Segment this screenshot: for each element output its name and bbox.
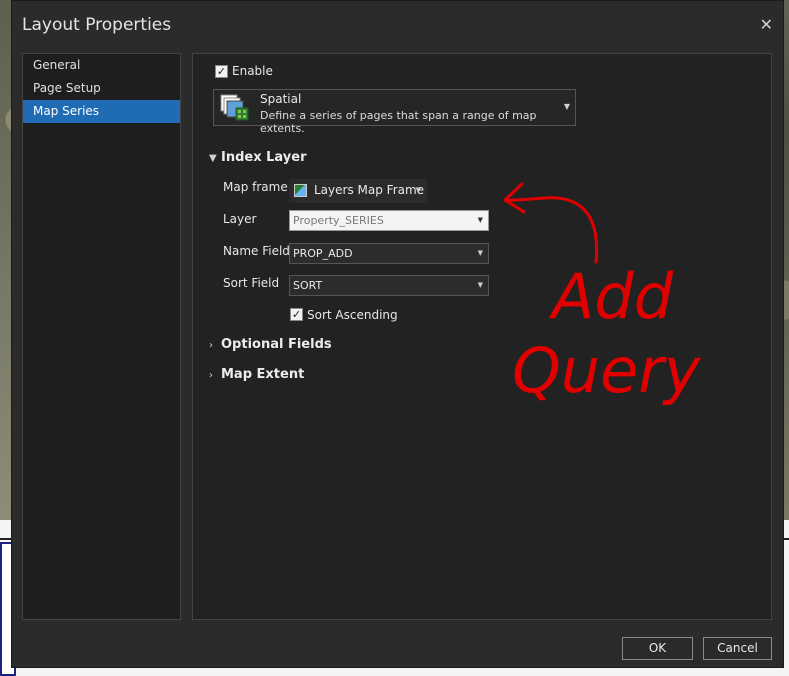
chevron-right-icon: › (209, 340, 213, 351)
layout-properties-dialog: Layout Properties ✕ General Page Setup M… (11, 0, 784, 668)
sidebar-item-page-setup[interactable]: Page Setup (23, 77, 180, 100)
series-type-name: Spatial (260, 92, 302, 106)
optional-fields-heading: Optional Fields (221, 337, 332, 352)
sidebar-item-map-series[interactable]: Map Series (23, 100, 180, 123)
cancel-button[interactable]: Cancel (703, 637, 772, 660)
layer-label: Layer (223, 212, 257, 226)
name-field-dropdown[interactable]: PROP_ADD ▼ (289, 243, 489, 264)
optional-fields-section-header[interactable]: › Optional Fields (209, 337, 332, 352)
close-icon[interactable]: ✕ (760, 15, 773, 34)
chevron-down-icon: ▼ (477, 249, 483, 257)
sort-ascending-checkbox[interactable]: ✓ (290, 308, 303, 321)
map-extent-heading: Map Extent (221, 367, 305, 382)
chevron-down-icon: ▼ (477, 281, 483, 289)
chevron-down-icon: ▼ (477, 216, 483, 224)
map-frame-value: Layers Map Frame (314, 183, 425, 197)
sort-field-label: Sort Field (223, 276, 280, 290)
chevron-down-icon: ▼ (415, 186, 421, 194)
spatial-series-icon (220, 94, 249, 121)
chevron-down-icon: ▼ (209, 153, 217, 164)
series-type-dropdown[interactable]: Spatial Define a series of pages that sp… (213, 89, 576, 135)
enable-label: Enable (232, 64, 273, 78)
sort-field-value: SORT (293, 279, 323, 292)
sidebar-nav: General Page Setup Map Series (22, 53, 181, 620)
layer-dropdown[interactable]: Property_SERIES ▼ (289, 210, 489, 231)
name-field-label: Name Field (223, 244, 290, 258)
layer-value: Property_SERIES (293, 214, 384, 227)
ok-button[interactable]: OK (622, 637, 693, 660)
series-type-description: Define a series of pages that span a ran… (260, 109, 537, 135)
map-series-panel: ✓ Enable Spatial Define a series of page… (192, 53, 772, 620)
dialog-title: Layout Properties (22, 15, 172, 35)
map-frame-dropdown[interactable]: Layers Map Frame ▼ (289, 179, 427, 203)
enable-checkbox[interactable]: ✓ (215, 65, 228, 78)
sort-field-dropdown[interactable]: SORT ▼ (289, 275, 489, 296)
map-frame-icon (294, 184, 307, 197)
index-layer-section-header[interactable]: ▼ Index Layer (209, 150, 306, 165)
name-field-value: PROP_ADD (293, 247, 353, 260)
sidebar-item-general[interactable]: General (23, 54, 180, 77)
chevron-right-icon: › (209, 370, 213, 381)
map-extent-section-header[interactable]: › Map Extent (209, 367, 304, 382)
map-frame-label: Map frame (223, 180, 288, 194)
chevron-down-icon: ▼ (563, 102, 570, 111)
sort-ascending-label: Sort Ascending (307, 308, 398, 322)
index-layer-heading: Index Layer (221, 150, 307, 165)
